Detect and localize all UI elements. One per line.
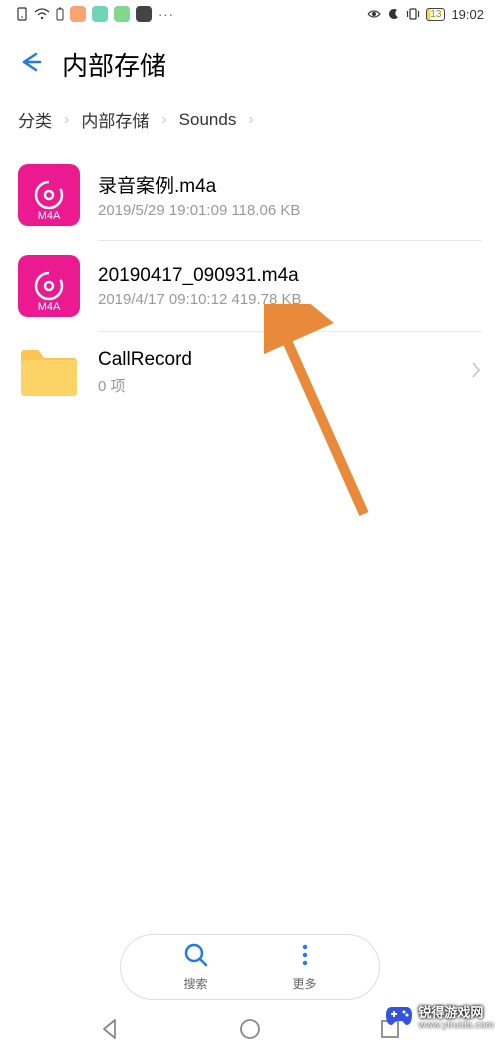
app-indicator-icon xyxy=(92,6,108,22)
chevron-right-icon xyxy=(470,360,482,385)
more-button[interactable]: 更多 xyxy=(292,942,318,992)
chevron-right-icon: › xyxy=(64,111,69,129)
file-meta: 2019/5/29 19:01:09 118.06 KB xyxy=(98,202,482,219)
app-header: 内部存储 xyxy=(0,28,500,97)
page-title: 内部存储 xyxy=(62,46,166,83)
status-time: 19:02 xyxy=(451,7,484,22)
file-meta: 2019/4/17 09:10:12 419.78 KB xyxy=(98,291,482,308)
bottom-action-bar: 搜索 更多 xyxy=(120,934,380,1000)
breadcrumb-item[interactable]: 内部存储 xyxy=(81,107,149,132)
back-arrow-icon[interactable] xyxy=(16,48,44,81)
breadcrumb: 分类 › 内部存储 › Sounds › xyxy=(0,97,500,150)
battery-small-icon xyxy=(56,7,64,21)
vibrate-icon xyxy=(406,7,420,21)
search-button[interactable]: 搜索 xyxy=(183,942,209,992)
breadcrumb-item[interactable]: 分类 xyxy=(18,107,52,132)
file-name: 20190417_090931.m4a xyxy=(98,265,482,287)
battery-level: 13 xyxy=(426,8,445,21)
more-label: 更多 xyxy=(292,975,316,992)
search-label: 搜索 xyxy=(183,975,207,992)
file-name: 录音案例.m4a xyxy=(98,171,482,198)
watermark-url: www.ytruida.com xyxy=(418,1020,494,1031)
more-indicator: ··· xyxy=(158,7,174,22)
search-icon xyxy=(183,942,209,973)
sim-icon xyxy=(16,7,28,21)
file-list: M4A 录音案例.m4a 2019/5/29 19:01:09 118.06 K… xyxy=(0,150,500,412)
nav-back-icon[interactable] xyxy=(98,1017,122,1046)
chevron-right-icon: › xyxy=(248,111,253,129)
watermark-logo-icon xyxy=(384,1003,414,1034)
breadcrumb-item[interactable]: Sounds xyxy=(179,110,237,130)
list-item[interactable]: CallRecord 0 项 xyxy=(18,332,482,412)
chevron-right-icon: › xyxy=(161,111,166,129)
app-indicator-icon xyxy=(114,6,130,22)
folder-meta: 0 项 xyxy=(98,375,452,396)
app-indicator-icon xyxy=(136,6,152,22)
eye-comfort-icon xyxy=(366,8,382,20)
file-type-label: M4A xyxy=(38,210,61,222)
more-vertical-icon xyxy=(292,942,318,973)
m4a-file-icon: M4A xyxy=(18,255,80,317)
nav-home-icon[interactable] xyxy=(238,1017,262,1046)
list-item[interactable]: M4A 20190417_090931.m4a 2019/4/17 09:10:… xyxy=(18,241,482,331)
status-left: ··· xyxy=(16,6,174,22)
list-item[interactable]: M4A 录音案例.m4a 2019/5/29 19:01:09 118.06 K… xyxy=(18,150,482,240)
m4a-file-icon: M4A xyxy=(18,164,80,226)
folder-icon xyxy=(18,346,80,398)
app-indicator-icon xyxy=(70,6,86,22)
file-type-label: M4A xyxy=(38,301,61,313)
wifi-icon xyxy=(34,8,50,20)
watermark: 锐得游戏网 www.ytruida.com xyxy=(378,999,500,1038)
status-bar: ··· 13 19:02 xyxy=(0,0,500,28)
watermark-brand: 锐得游戏网 xyxy=(418,1006,494,1020)
folder-name: CallRecord xyxy=(98,349,452,371)
dnd-icon xyxy=(388,8,400,20)
status-right: 13 19:02 xyxy=(366,7,484,22)
